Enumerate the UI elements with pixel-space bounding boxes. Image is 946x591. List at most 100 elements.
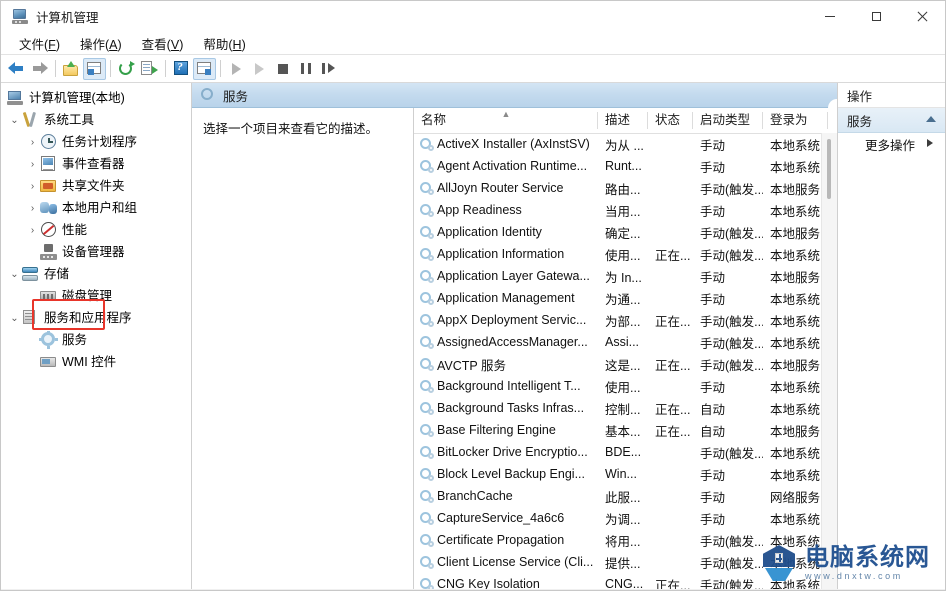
cell-desc: 基本... [598, 421, 648, 440]
menu-file-label: 文件( [19, 38, 48, 52]
stop-service-button[interactable] [271, 58, 294, 80]
menu-file[interactable]: 文件(F) [9, 32, 70, 55]
chevron-right-icon[interactable]: › [25, 197, 40, 219]
tree-item-computer-management[interactable]: 计算机管理(本地) [1, 87, 191, 109]
show-hide-action-pane-button[interactable] [193, 58, 216, 80]
chevron-right-icon[interactable]: › [25, 131, 40, 153]
table-row[interactable]: Application Management为通...手动本地系统 [414, 287, 837, 309]
tree-item-event-viewer[interactable]: › 事件查看器 [1, 153, 191, 175]
table-row[interactable]: CaptureService_4a6c6为调...手动本地系统 [414, 507, 837, 529]
table-row[interactable]: AssignedAccessManager...Assi...手动(触发...本… [414, 331, 837, 353]
tree-item-wmi-control[interactable]: WMI 控件 [1, 351, 191, 373]
services-list-rows[interactable]: ActiveX Installer (AxInstSV)为从 ...手动本地系统… [414, 133, 837, 589]
column-header-startup-type[interactable]: 启动类型 [693, 108, 763, 133]
minimize-button[interactable] [807, 1, 853, 32]
users-groups-icon [40, 200, 57, 216]
chevron-down-icon[interactable]: ⌄ [7, 307, 22, 329]
column-header-log-on-as[interactable]: 登录为 [763, 108, 828, 133]
cell-name: ActiveX Installer (AxInstSV) [414, 137, 598, 151]
maximize-button[interactable] [853, 1, 899, 32]
tree-item-label: 磁盘管理 [62, 285, 112, 307]
menu-action[interactable]: 操作(A) [70, 32, 132, 55]
play-outline-icon [255, 63, 264, 75]
scrollbar-thumb[interactable] [827, 139, 831, 199]
table-row[interactable]: BranchCache此服...手动网络服务 [414, 485, 837, 507]
cell-name: Block Level Backup Engi... [414, 467, 598, 481]
cell-desc: Runt... [598, 159, 648, 173]
table-row[interactable]: Block Level Backup Engi...Win...手动本地系统 [414, 463, 837, 485]
services-list-scrollbar[interactable] [821, 133, 837, 589]
menu-view-key: V [171, 38, 179, 52]
chevron-right-icon[interactable]: › [25, 153, 40, 175]
close-button[interactable] [899, 1, 945, 32]
tree-item-device-manager[interactable]: 设备管理器 [1, 241, 191, 263]
show-hide-tree-button[interactable] [83, 58, 106, 80]
table-row[interactable]: BitLocker Drive Encryptio...BDE...手动(触发.… [414, 441, 837, 463]
resume-service-button[interactable] [248, 58, 271, 80]
cell-startup: 手动(触发... [693, 179, 763, 198]
computer-icon [7, 90, 24, 106]
table-row[interactable]: Background Tasks Infras...控制...正在...自动本地… [414, 397, 837, 419]
menu-view[interactable]: 查看(V) [132, 32, 194, 55]
table-row[interactable]: Application Identity确定...手动(触发...本地服务 [414, 221, 837, 243]
table-row[interactable]: CNG Key IsolationCNG...正在...手动(触发...本地系统 [414, 573, 837, 589]
cell-startup: 手动 [693, 289, 763, 308]
menu-help[interactable]: 帮助(H) [193, 32, 255, 55]
menu-action-key: A [109, 38, 117, 52]
cell-desc: CNG... [598, 577, 648, 589]
chevron-right-icon[interactable]: › [25, 219, 40, 241]
event-viewer-icon [40, 156, 57, 172]
services-list-header: ▲ 名称 描述 状态 启动类型 [414, 108, 837, 134]
tree-item-local-users-groups[interactable]: › 本地用户和组 [1, 197, 191, 219]
tree-item-task-scheduler[interactable]: › 任务计划程序 [1, 131, 191, 153]
table-row[interactable]: Base Filtering Engine基本...正在...自动本地服务 [414, 419, 837, 441]
action-more-actions[interactable]: 更多操作 [838, 133, 945, 155]
table-row[interactable]: Client License Service (Cli...提供...手动(触发… [414, 551, 837, 573]
pause-icon [301, 63, 311, 74]
table-row[interactable]: App Readiness当用...手动本地系统 [414, 199, 837, 221]
up-one-level-button[interactable] [60, 58, 83, 80]
chevron-down-icon[interactable]: ⌄ [7, 109, 22, 131]
tree-item-performance[interactable]: › 性能 [1, 219, 191, 241]
shared-folder-icon [40, 178, 57, 194]
refresh-button[interactable] [115, 58, 138, 80]
help-button[interactable]: ? [170, 58, 193, 80]
tree-item-shared-folders[interactable]: › 共享文件夹 [1, 175, 191, 197]
chevron-right-icon[interactable]: › [25, 175, 40, 197]
column-header-description[interactable]: 描述 [598, 108, 648, 133]
services-gear-icon [201, 88, 216, 102]
table-row[interactable]: AVCTP 服务这是...正在...手动(触发...本地服务 [414, 353, 837, 375]
start-service-button[interactable] [225, 58, 248, 80]
chevron-up-icon[interactable] [926, 116, 936, 122]
export-list-icon [141, 61, 158, 76]
cell-desc: 提供... [598, 553, 648, 572]
tree-item-services-and-applications[interactable]: ⌄ 服务和应用程序 [1, 307, 191, 329]
table-row[interactable]: Certificate Propagation将用...手动(触发...本地系统 [414, 529, 837, 551]
cell-text: Application Identity [437, 225, 542, 239]
table-row[interactable]: Background Intelligent T...使用...手动本地系统 [414, 375, 837, 397]
table-row[interactable]: AppX Deployment Servic...为部...正在...手动(触发… [414, 309, 837, 331]
tree-item-disk-management[interactable]: 磁盘管理 [1, 285, 191, 307]
tree-item-system-tools[interactable]: ⌄ 系统工具 [1, 109, 191, 131]
restart-service-button[interactable] [317, 58, 340, 80]
header-corner [828, 99, 837, 108]
actions-section-services[interactable]: 服务 [838, 108, 945, 133]
tree-item-services[interactable]: 服务 [1, 329, 191, 351]
window-title: 计算机管理 [36, 7, 99, 26]
cell-startup: 手动(触发... [693, 355, 763, 374]
table-row[interactable]: Application Information使用...正在...手动(触发..… [414, 243, 837, 265]
column-header-label: 状态 [655, 113, 680, 127]
table-row[interactable]: Agent Activation Runtime...Runt...手动本地系统 [414, 155, 837, 177]
column-header-status[interactable]: 状态 [648, 108, 693, 133]
table-row[interactable]: ActiveX Installer (AxInstSV)为从 ...手动本地系统 [414, 133, 837, 155]
table-row[interactable]: Application Layer Gatewa...为 In...手动本地服务 [414, 265, 837, 287]
column-header-name[interactable]: ▲ 名称 [414, 108, 598, 133]
cell-name: Application Management [414, 291, 598, 305]
back-button[interactable] [5, 58, 28, 80]
chevron-down-icon[interactable]: ⌄ [7, 263, 22, 285]
table-row[interactable]: AllJoyn Router Service路由...手动(触发...本地服务 [414, 177, 837, 199]
export-list-button[interactable] [138, 58, 161, 80]
tree-item-storage[interactable]: ⌄ 存储 [1, 263, 191, 285]
forward-button[interactable] [28, 58, 51, 80]
pause-service-button[interactable] [294, 58, 317, 80]
